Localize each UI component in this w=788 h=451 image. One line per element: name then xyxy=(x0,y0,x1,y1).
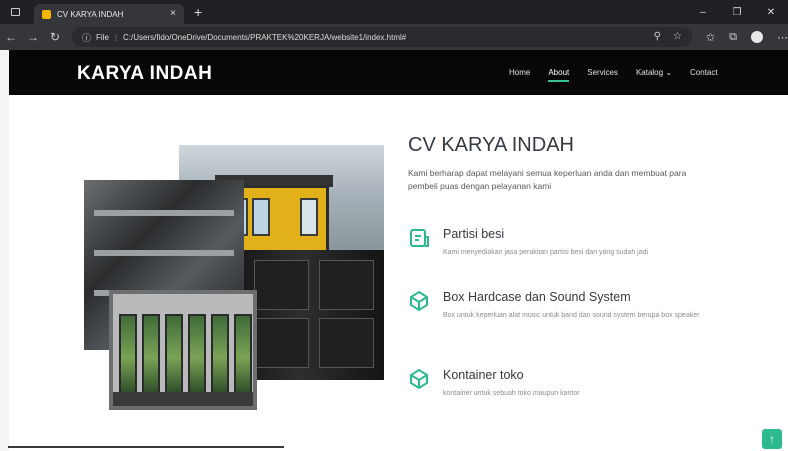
back-button[interactable]: ← xyxy=(0,30,22,44)
service-title: Partisi besi xyxy=(443,227,505,241)
close-window-button[interactable]: ✕ xyxy=(754,7,788,18)
browser-address-bar: ← → ↻ ⓘ File | C:/Users/fido/OneDrive/Do… xyxy=(0,24,788,50)
nav-katalog-label: Katalog xyxy=(635,68,664,77)
service-title: Kontainer toko xyxy=(443,368,524,382)
address-separator: | xyxy=(114,32,117,42)
star-icon[interactable]: ☆ xyxy=(673,31,682,42)
nav-contact[interactable]: Contact xyxy=(690,68,718,77)
minimize-button[interactable]: – xyxy=(686,7,720,18)
favicon-icon xyxy=(42,9,51,19)
favorites-icon[interactable]: ✩ xyxy=(706,31,715,44)
back-to-top-button[interactable]: ↑ xyxy=(762,429,782,449)
window-controls: – ❐ ✕ xyxy=(686,0,788,24)
product-collage xyxy=(84,140,384,410)
browser-tab[interactable]: CV KARYA INDAH × xyxy=(34,4,184,24)
chevron-down-icon: ⌄ xyxy=(665,68,673,77)
main-nav: Home About Services Katalog ⌄ Contact xyxy=(509,68,736,82)
about-title: CV KARYA INDAH xyxy=(408,134,574,156)
more-icon[interactable]: ⋯ xyxy=(777,31,788,44)
new-tab-button[interactable]: + xyxy=(194,4,202,20)
info-icon[interactable]: ⓘ xyxy=(82,31,91,44)
cube-icon xyxy=(410,368,428,390)
restore-button[interactable]: ❐ xyxy=(720,7,754,18)
tab-title: CV KARYA INDAH xyxy=(57,9,124,19)
reload-button[interactable]: ↻ xyxy=(44,30,66,44)
tab-close-icon[interactable]: × xyxy=(170,8,176,19)
page-left-edge xyxy=(0,50,9,451)
forward-button[interactable]: → xyxy=(22,30,44,44)
nav-katalog[interactable]: Katalog ⌄ xyxy=(636,68,672,77)
partition-photo xyxy=(109,290,257,410)
browser-tab-bar: CV KARYA INDAH × + – ❐ ✕ xyxy=(0,0,788,24)
site-logo[interactable]: KARYA INDAH xyxy=(77,63,212,85)
service-desc: kontainer untuk sebuah toko maupun kanto… xyxy=(443,390,580,397)
nav-about[interactable]: About xyxy=(548,68,569,82)
address-url: C:/Users/fido/OneDrive/Documents/PRAKTEK… xyxy=(122,32,407,42)
document-icon xyxy=(410,229,429,247)
about-intro: Kami berharap dapat melayani semua keper… xyxy=(408,168,687,191)
profile-icon[interactable] xyxy=(751,30,763,43)
window-menu-icon[interactable] xyxy=(6,3,24,21)
nav-home[interactable]: Home xyxy=(509,68,530,77)
nav-services[interactable]: Services xyxy=(587,68,618,77)
service-desc: Kami menyediakan jasa perakitan partisi … xyxy=(443,249,649,256)
service-title: Box Hardcase dan Sound System xyxy=(443,290,631,304)
collections-icon[interactable]: ⧉ xyxy=(729,31,737,44)
cube-icon xyxy=(410,290,428,312)
zoom-icon[interactable]: ⚲ xyxy=(654,31,661,42)
service-desc: Box untuk keperluan alat music untuk ban… xyxy=(443,312,700,319)
footer-divider xyxy=(8,446,284,448)
url-input[interactable]: ⓘ File | C:/Users/fido/OneDrive/Document… xyxy=(72,27,692,47)
site-header: KARYA INDAH Home About Services Katalog … xyxy=(9,50,788,95)
speaker-photo xyxy=(244,250,384,380)
address-scheme: File xyxy=(96,32,109,42)
